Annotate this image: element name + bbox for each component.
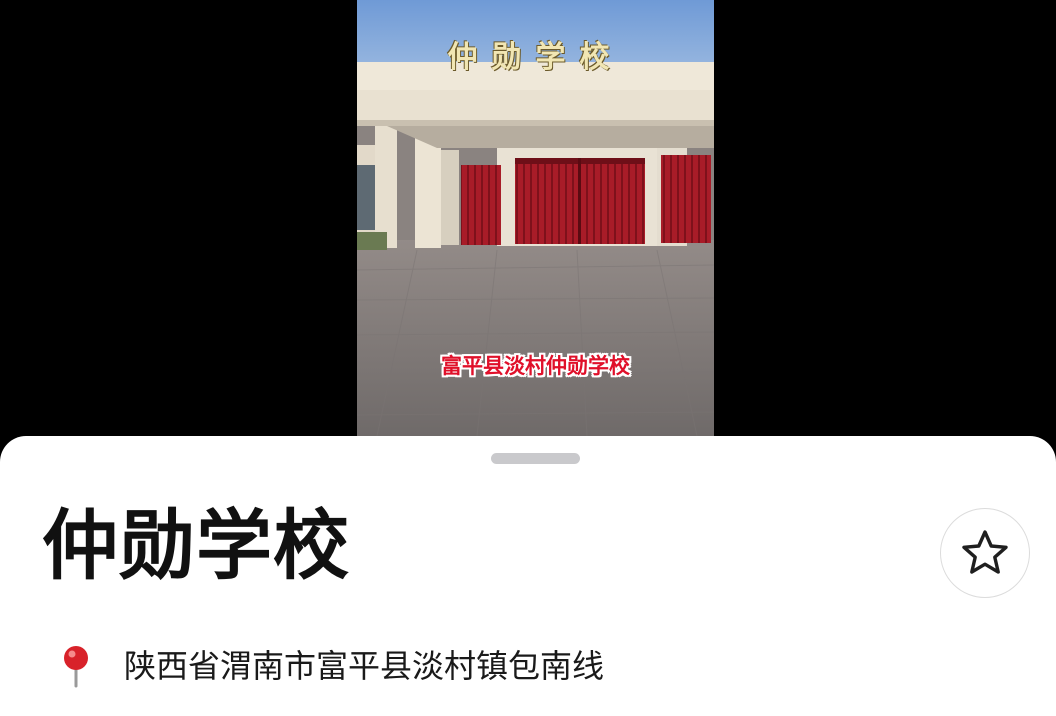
video-player[interactable]: 仲勋学校 富平县淡村仲勋学校 [357,0,714,436]
gate-sign-text: 仲勋学校 [447,40,624,75]
video-caption: 富平县淡村仲勋学校 [441,354,630,378]
place-address: 陕西省渭南市富平县淡村镇包南线 [124,647,605,685]
place-detail-sheet[interactable]: 仲勋学校 陕西省渭南市富平县淡村镇包南线 [0,436,1056,716]
address-row[interactable]: 陕西省渭南市富平县淡村镇包南线 [58,644,604,688]
location-pin-icon [64,646,88,688]
place-title: 仲勋学校 [42,501,350,590]
sheet-drag-handle[interactable] [491,453,580,464]
star-outline-icon [962,530,1008,574]
favorite-button[interactable] [940,508,1030,598]
